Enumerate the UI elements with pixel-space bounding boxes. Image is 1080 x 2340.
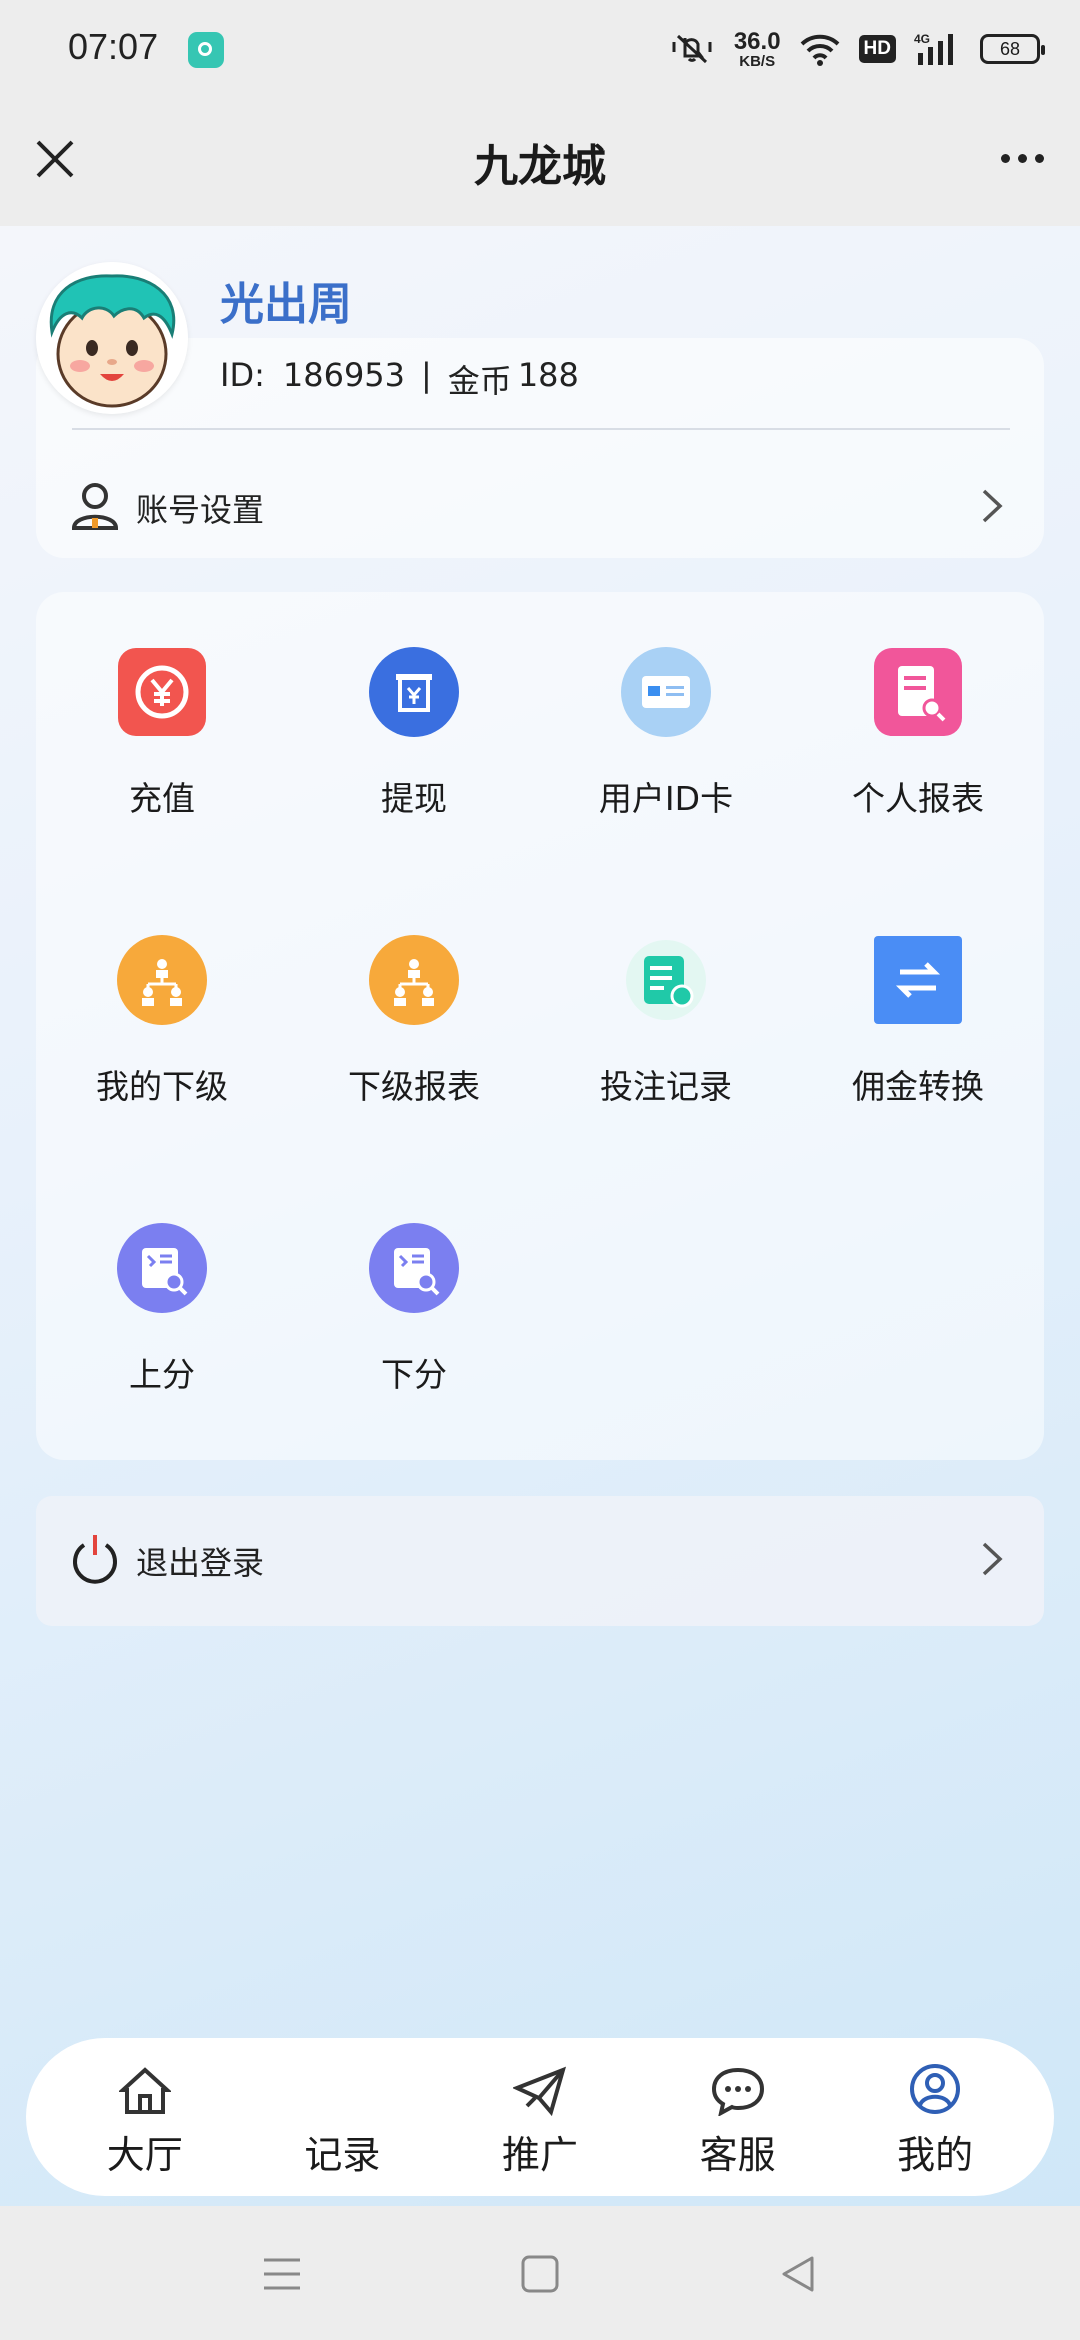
power-icon	[70, 1533, 120, 1589]
network-speed-unit: KB/S	[739, 52, 776, 70]
score-up-icon	[116, 1222, 208, 1314]
grid-item-label: 用户ID卡	[598, 779, 734, 818]
subordinate-report-icon	[368, 934, 460, 1026]
network-type-label: 4G	[914, 32, 930, 46]
system-nav-bar	[0, 2206, 1080, 2340]
user-meta: ID: 186953 | 金币 188	[220, 356, 579, 402]
grid-item-label: 佣金转换	[852, 1067, 984, 1106]
id-card-icon	[620, 646, 712, 738]
square-icon	[521, 2255, 559, 2293]
user-id-label: ID:	[220, 356, 265, 394]
back-button[interactable]	[774, 2250, 822, 2298]
home-icon	[118, 2056, 171, 2116]
home-button[interactable]	[516, 2250, 564, 2298]
grid-item-label: 下级报表	[348, 1067, 480, 1106]
nav-label: 大厅	[106, 2132, 183, 2177]
grid-item-recharge[interactable]: 充值	[36, 616, 288, 818]
app-notification-icon	[188, 32, 224, 68]
commission-transfer-icon	[872, 934, 964, 1026]
nav-label: 客服	[699, 2132, 776, 2177]
battery-level: 68	[999, 38, 1021, 59]
grid-item-my-subordinates[interactable]: 我的下级	[36, 904, 288, 1106]
nav-item-promote[interactable]: 推广	[450, 2056, 630, 2179]
user-icon	[70, 480, 120, 536]
more-dot-icon	[1017, 153, 1027, 163]
coins-value: 188	[517, 356, 579, 394]
more-dot-icon	[1034, 153, 1044, 163]
wifi-icon	[799, 32, 841, 66]
account-settings-row[interactable]: 账号设置	[36, 458, 1044, 558]
chevron-right-icon	[980, 1540, 1004, 1582]
grid-item-label: 个人报表	[852, 779, 984, 818]
main-content: 账号设置 光出周 ID: 186953 | 金币 188 充值 提现 用户ID卡…	[0, 226, 1080, 2206]
nav-label: 推广	[501, 2132, 578, 2177]
grid-item-score-down[interactable]: 下分	[288, 1192, 540, 1394]
avatar[interactable]	[36, 262, 188, 414]
grid-item-commission-transfer[interactable]: 佣金转换	[792, 904, 1044, 1106]
logout-row[interactable]: 退出登录	[36, 1496, 1044, 1626]
grid-item-bet-record[interactable]: 投注记录	[540, 904, 792, 1106]
coins-label: 金币	[447, 362, 512, 400]
nav-item-records[interactable]: 记录	[252, 2056, 432, 2179]
grid-item-label: 充值	[129, 779, 195, 818]
more-dot-icon	[1000, 153, 1010, 163]
network-speed: 36.0 KB/S	[733, 27, 781, 70]
status-bar: 07:07 36.0 KB/S HD 4G 68	[0, 0, 1080, 100]
bottom-nav: 大厅 记录 推广 客服 我的	[26, 2038, 1054, 2196]
recharge-icon	[116, 646, 208, 738]
menu-icon	[264, 2258, 300, 2290]
feature-grid: 充值 提现 用户ID卡 个人报表 我的下级 下级报表 投注记录 佣金转换 上分 …	[36, 592, 1044, 1460]
grid-item-subordinate-report[interactable]: 下级报表	[288, 904, 540, 1106]
grid-item-label: 提现	[381, 779, 447, 818]
mute-icon	[670, 30, 716, 68]
grid-item-withdraw[interactable]: 提现	[288, 616, 540, 818]
status-time: 07:07	[68, 26, 159, 67]
nav-label: 记录	[304, 2132, 381, 2177]
profile-divider	[72, 428, 1010, 430]
back-triangle-icon	[782, 2256, 814, 2292]
report-icon	[872, 646, 964, 738]
hd-badge: HD	[858, 35, 896, 63]
nav-item-mine[interactable]: 我的	[845, 2056, 1025, 2179]
score-down-icon	[368, 1222, 460, 1314]
cellular-signal-icon: 4G	[914, 31, 962, 67]
title-bar: 九龙城	[0, 100, 1080, 226]
subordinates-icon	[116, 934, 208, 1026]
battery-indicator: 68	[980, 34, 1045, 64]
grid-item-label: 下分	[381, 1355, 447, 1394]
bet-record-icon	[620, 934, 712, 1026]
page-title: 九龙城	[474, 141, 606, 192]
withdraw-icon	[368, 646, 460, 738]
user-circle-icon	[908, 2056, 962, 2116]
logout-label: 退出登录	[136, 1544, 265, 1582]
meta-separator: |	[421, 356, 432, 394]
menu-button[interactable]	[258, 2250, 306, 2298]
chat-icon	[711, 2056, 765, 2116]
grid-item-user-id-card[interactable]: 用户ID卡	[540, 616, 792, 818]
more-options-button[interactable]	[992, 138, 1052, 178]
avatar-image	[36, 262, 188, 414]
network-speed-value: 36.0	[733, 27, 781, 55]
nav-label: 我的	[897, 2132, 974, 2177]
nav-item-support[interactable]: 客服	[648, 2056, 828, 2179]
grid-item-label: 投注记录	[600, 1067, 732, 1106]
account-settings-label: 账号设置	[136, 491, 265, 529]
chevron-right-icon	[980, 487, 1004, 529]
paper-plane-icon	[512, 2056, 567, 2116]
grid-item-score-up[interactable]: 上分	[36, 1192, 288, 1394]
user-id-value: 186953	[282, 356, 406, 394]
grid-item-label: 上分	[129, 1355, 195, 1394]
grid-item-label: 我的下级	[96, 1067, 228, 1106]
nav-item-lobby[interactable]: 大厅	[55, 2056, 235, 2179]
grid-item-personal-report[interactable]: 个人报表	[792, 616, 1044, 818]
username: 光出周	[220, 279, 352, 330]
status-icons: 36.0 KB/S HD 4G 68	[670, 24, 1045, 74]
